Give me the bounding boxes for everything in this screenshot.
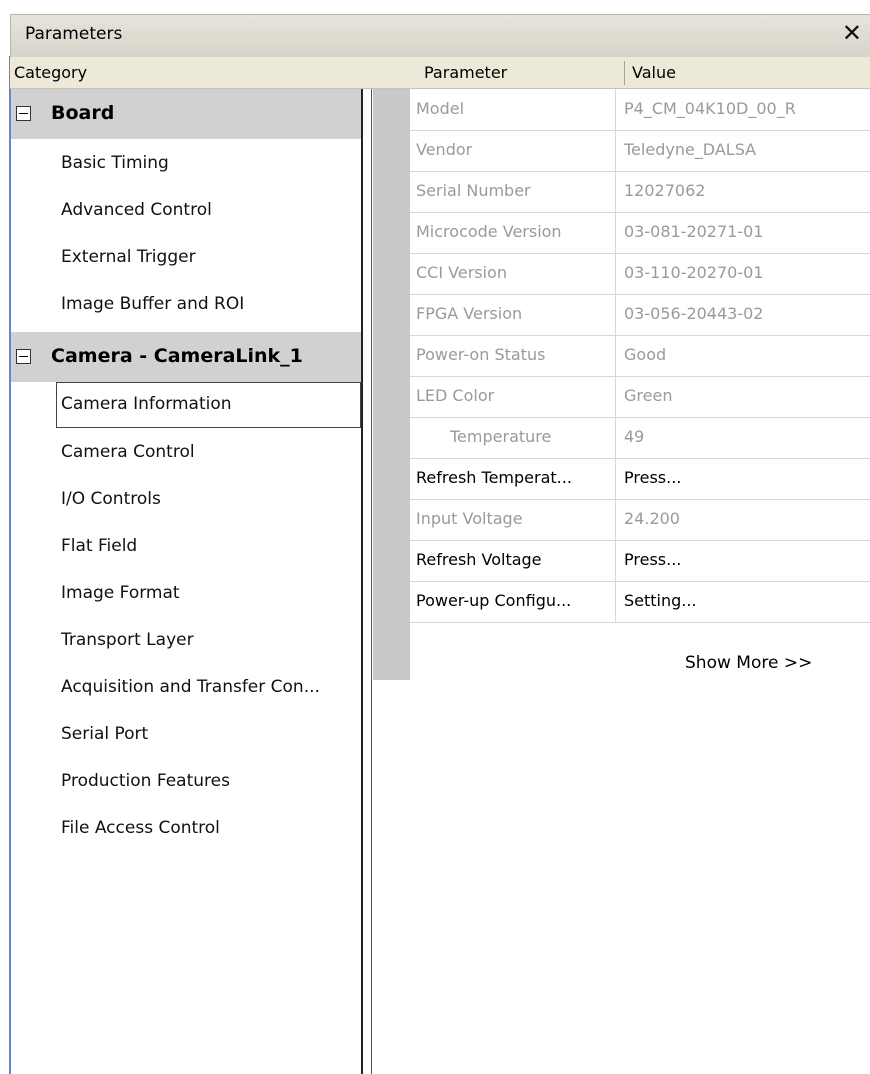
column-header: Category Parameter Value [10, 57, 870, 89]
show-more-link[interactable]: Show More >> [685, 653, 812, 673]
category-item-camera-control[interactable]: Camera Control [61, 442, 195, 462]
category-header: Category [14, 63, 88, 82]
param-name: Input Voltage [416, 509, 523, 528]
category-item-flat-field[interactable]: Flat Field [61, 536, 137, 556]
cell-divider [615, 253, 616, 294]
cell-divider [615, 376, 616, 417]
param-row-vendor[interactable]: Vendor Teledyne_DALSA [410, 130, 870, 172]
param-row-microcode-version[interactable]: Microcode Version 03-081-20271-01 [410, 212, 870, 254]
title-bar-inner: Parameters ✕ [10, 14, 870, 57]
param-value: 12027062 [624, 181, 706, 200]
row-selector-strip [373, 89, 410, 680]
param-name: Power-on Status [416, 345, 546, 364]
param-value: 03-110-20270-01 [624, 263, 764, 282]
param-name: Temperature [450, 427, 552, 446]
cell-divider [615, 130, 616, 171]
param-row-model[interactable]: Model P4_CM_04K10D_00_R [410, 89, 870, 131]
window-title: Parameters [25, 24, 123, 44]
category-item-basic-timing[interactable]: Basic Timing [61, 153, 169, 173]
param-name: CCI Version [416, 263, 507, 282]
cell-divider [615, 458, 616, 499]
cell-divider [615, 294, 616, 335]
category-item-serial-port[interactable]: Serial Port [61, 724, 148, 744]
power-up-config-button[interactable]: Setting... [624, 591, 864, 610]
category-item-label: Camera Information [61, 394, 232, 414]
parameter-header[interactable]: Parameter [424, 63, 507, 82]
group-board-label: Board [51, 102, 115, 124]
param-row-serial-number[interactable]: Serial Number 12027062 [410, 171, 870, 213]
param-row-refresh-temperature[interactable]: Refresh Temperat... Press... [410, 458, 870, 500]
title-bar: Parameters ✕ [0, 0, 870, 57]
param-row-input-voltage[interactable]: Input Voltage 24.200 [410, 499, 870, 541]
param-value: Teledyne_DALSA [624, 140, 757, 159]
cell-divider [615, 540, 616, 581]
collapse-icon[interactable] [16, 349, 31, 364]
param-row-cci-version[interactable]: CCI Version 03-110-20270-01 [410, 253, 870, 295]
cell-divider [615, 499, 616, 540]
param-value: 03-081-20271-01 [624, 222, 764, 241]
param-row-led-color[interactable]: LED Color Green [410, 376, 870, 418]
collapse-icon[interactable] [16, 106, 31, 121]
param-name: FPGA Version [416, 304, 523, 323]
category-item-production-features[interactable]: Production Features [61, 771, 230, 791]
category-item-camera-information[interactable]: Camera Information [56, 382, 361, 428]
param-name: Microcode Version [416, 222, 562, 241]
category-item-file-access-control[interactable]: File Access Control [61, 818, 220, 838]
group-board[interactable]: Board [11, 89, 361, 139]
param-name: LED Color [416, 386, 495, 405]
refresh-temperature-button[interactable]: Press... [624, 468, 864, 487]
panel-splitter[interactable] [371, 89, 372, 1074]
group-camera[interactable]: Camera - CameraLink_1 [11, 332, 361, 382]
param-value: Good [624, 345, 667, 364]
param-name: Refresh Voltage [416, 550, 542, 569]
param-value: P4_CM_04K10D_00_R [624, 99, 796, 118]
refresh-voltage-button[interactable]: Press... [624, 550, 864, 569]
cell-divider [615, 417, 616, 458]
param-row-temperature[interactable]: Temperature 49 [410, 417, 870, 459]
param-name: Model [416, 99, 465, 118]
category-item-transport-layer[interactable]: Transport Layer [61, 630, 194, 650]
cell-divider [615, 581, 616, 622]
category-item-acquisition-transfer[interactable]: Acquisition and Transfer Con... [61, 677, 320, 697]
category-item-advanced-control[interactable]: Advanced Control [61, 200, 212, 220]
cell-divider [615, 335, 616, 376]
close-icon[interactable]: ✕ [842, 19, 862, 47]
group-camera-label: Camera - CameraLink_1 [51, 345, 303, 367]
param-value: 24.200 [624, 509, 680, 528]
cell-divider [615, 212, 616, 253]
param-name: Serial Number [416, 181, 531, 200]
param-row-fpga-version[interactable]: FPGA Version 03-056-20443-02 [410, 294, 870, 336]
param-row-refresh-voltage[interactable]: Refresh Voltage Press... [410, 540, 870, 582]
param-name: Vendor [416, 140, 473, 159]
category-panel: Board Basic Timing Advanced Control Exte… [11, 89, 363, 1074]
value-header[interactable]: Value [632, 63, 676, 82]
param-row-power-on-status[interactable]: Power-on Status Good [410, 335, 870, 377]
category-item-image-buffer-roi[interactable]: Image Buffer and ROI [61, 294, 244, 314]
param-name: Refresh Temperat... [416, 468, 572, 487]
category-item-external-trigger[interactable]: External Trigger [61, 247, 196, 267]
category-item-image-format[interactable]: Image Format [61, 583, 180, 603]
param-value: 49 [624, 427, 645, 446]
param-row-power-up-configuration[interactable]: Power-up Configu... Setting... [410, 581, 870, 623]
category-item-io-controls[interactable]: I/O Controls [61, 489, 161, 509]
param-name: Power-up Configu... [416, 591, 572, 610]
cell-divider [615, 89, 616, 130]
cell-divider [615, 171, 616, 212]
param-value: 03-056-20443-02 [624, 304, 764, 323]
param-value: Green [624, 386, 673, 405]
header-divider[interactable] [624, 61, 625, 85]
